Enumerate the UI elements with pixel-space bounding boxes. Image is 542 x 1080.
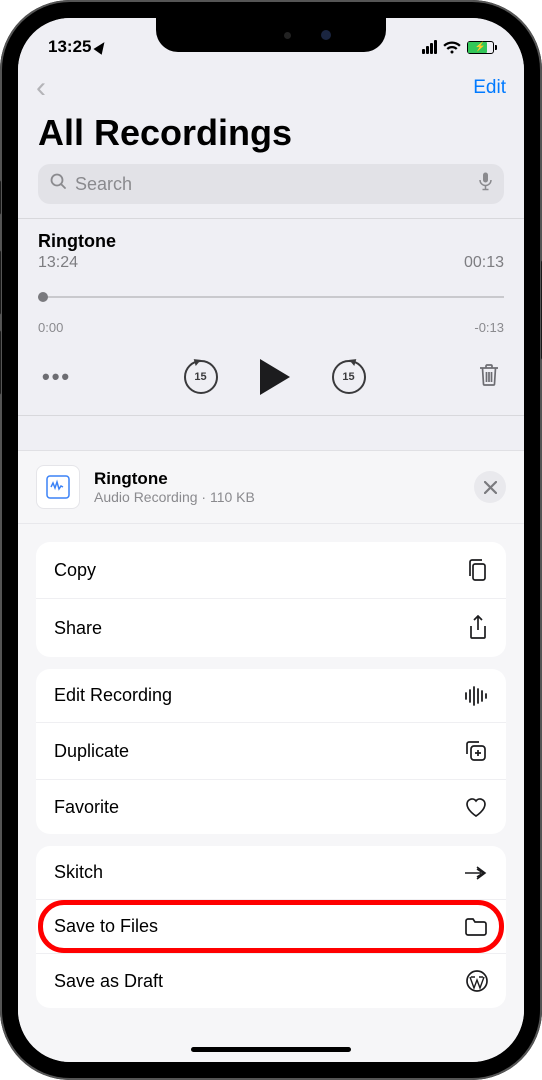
action-share[interactable]: Share bbox=[36, 599, 506, 657]
sheet-file-meta: Audio Recording · 110 KB bbox=[94, 489, 460, 505]
more-button[interactable]: ••• bbox=[42, 364, 71, 390]
action-favorite[interactable]: Favorite bbox=[36, 780, 506, 834]
action-skitch[interactable]: Skitch bbox=[36, 846, 506, 900]
action-duplicate[interactable]: Duplicate bbox=[36, 723, 506, 780]
skip-back-button[interactable]: 15 bbox=[184, 360, 218, 394]
duplicate-icon bbox=[464, 739, 488, 763]
page-title: All Recordings bbox=[18, 112, 524, 164]
close-button[interactable] bbox=[474, 471, 506, 503]
notch bbox=[156, 18, 386, 52]
remaining-time: -0:13 bbox=[474, 320, 504, 335]
sheet-header: Ringtone Audio Recording · 110 KB bbox=[18, 451, 524, 524]
action-copy[interactable]: Copy bbox=[36, 542, 506, 599]
action-save-as-draft[interactable]: Save as Draft bbox=[36, 954, 506, 1008]
trash-button[interactable] bbox=[478, 363, 500, 392]
skitch-icon bbox=[464, 864, 488, 882]
folder-icon bbox=[464, 917, 488, 937]
copy-icon bbox=[466, 558, 488, 582]
heart-icon bbox=[464, 796, 488, 818]
play-button[interactable] bbox=[260, 359, 290, 395]
sheet-file-name: Ringtone bbox=[94, 469, 460, 489]
status-time: 13:25 bbox=[48, 37, 91, 57]
nav-bar: ‹ Edit bbox=[18, 64, 524, 112]
home-indicator[interactable] bbox=[191, 1047, 351, 1052]
scrubber[interactable] bbox=[38, 288, 504, 316]
search-input[interactable]: Search bbox=[38, 164, 504, 204]
recording-timestamp: 13:24 bbox=[38, 254, 78, 272]
action-edit-recording[interactable]: Edit Recording bbox=[36, 669, 506, 723]
recording-duration: 00:13 bbox=[464, 254, 504, 272]
signal-icon bbox=[422, 40, 437, 54]
search-icon bbox=[50, 173, 67, 195]
mic-icon[interactable] bbox=[479, 172, 492, 196]
file-thumbnail bbox=[36, 465, 80, 509]
battery-icon: ⚡ bbox=[467, 41, 494, 54]
recording-title: Ringtone bbox=[38, 231, 504, 252]
edit-button[interactable]: Edit bbox=[473, 77, 506, 99]
search-placeholder: Search bbox=[75, 174, 471, 195]
location-icon bbox=[94, 39, 109, 55]
share-icon bbox=[468, 615, 488, 641]
back-button[interactable]: ‹ bbox=[36, 71, 46, 105]
wifi-icon bbox=[443, 41, 461, 54]
phone-frame: 13:25 ⚡ ‹ Edit All Recordings bbox=[0, 0, 542, 1080]
screen: 13:25 ⚡ ‹ Edit All Recordings bbox=[18, 18, 524, 1062]
elapsed-time: 0:00 bbox=[38, 320, 63, 335]
share-sheet: Ringtone Audio Recording · 110 KB Copy bbox=[18, 450, 524, 1062]
waveform-icon bbox=[464, 686, 488, 706]
skip-forward-button[interactable]: 15 bbox=[332, 360, 366, 394]
wordpress-icon bbox=[466, 970, 488, 992]
scrubber-thumb[interactable] bbox=[38, 292, 48, 302]
recording-item[interactable]: Ringtone 13:24 00:13 0:00 -0:13 ••• 15 1… bbox=[18, 219, 524, 415]
action-save-to-files[interactable]: Save to Files bbox=[36, 900, 506, 954]
